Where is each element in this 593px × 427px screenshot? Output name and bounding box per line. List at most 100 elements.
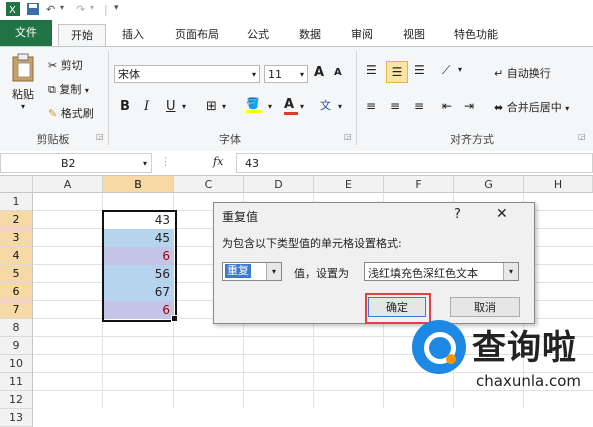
select-all-corner[interactable] [0,176,33,193]
italic-button[interactable]: I [144,99,149,114]
phonetic-icon: 文 [320,99,331,112]
font-color-button[interactable]: A [284,97,298,115]
tab-insert[interactable]: 插入 [115,24,151,46]
tab-special[interactable]: 特色功能 [444,24,508,46]
row-header-10[interactable]: 10 [0,355,33,373]
formula-input[interactable]: 43 [236,153,593,173]
col-header-d[interactable]: D [244,176,314,193]
row-header-11[interactable]: 11 [0,373,33,391]
selection-range [102,210,177,322]
font-group-label: 字体 [219,133,241,146]
borders-icon[interactable]: ⊞ [206,99,217,114]
underline-dropdown-icon[interactable]: ▾ [182,102,186,111]
tab-review[interactable]: 审阅 [344,24,380,46]
tab-data[interactable]: 数据 [292,24,328,46]
font-launcher-icon[interactable]: ◲ [344,132,352,141]
fill-handle[interactable] [171,315,178,322]
font-color-swatch [284,112,298,115]
wrap-text-label: 自动换行 [506,67,551,80]
dialog-prompt: 为包含以下类型值的单元格设置格式: [222,237,402,250]
row-header-13[interactable]: 13 [0,409,33,427]
watermark-url: chaxunla.com [476,372,581,390]
chevron-down-icon: ▾ [251,70,256,79]
clipboard-launcher-icon[interactable]: ◲ [96,132,104,141]
fill-color-button[interactable]: 🪣 [246,97,262,113]
tab-file[interactable]: 文件 [0,20,52,46]
tab-home[interactable]: 开始 [58,24,106,48]
row-header-12[interactable]: 12 [0,391,33,409]
format-painter-button[interactable]: ✎ 格式刷 [48,105,94,121]
cut-button[interactable]: ✂ 剪切 [48,57,83,73]
align-center-icon[interactable]: ≡ [390,99,400,113]
copy-dropdown-icon[interactable]: ▾ [85,86,89,95]
tab-formulas[interactable]: 公式 [240,24,276,46]
undo-dropdown-icon[interactable]: ▾ [60,3,64,12]
align-right-icon[interactable]: ≡ [414,99,424,113]
increase-indent-icon[interactable]: ⇥ [464,99,474,113]
row-header-7[interactable]: 7 [0,301,33,319]
paste-label: 粘贴 [12,88,34,101]
borders-dropdown-icon[interactable]: ▾ [222,102,226,111]
cancel-button[interactable]: 取消 [450,297,520,317]
col-header-e[interactable]: E [314,176,384,193]
chevron-down-icon: ▾ [503,263,518,280]
col-header-a[interactable]: A [33,176,103,193]
col-header-b[interactable]: B [103,176,174,193]
align-bottom-icon[interactable]: ☰ [414,63,425,77]
undo-icon[interactable]: ↶ [46,3,55,16]
fill-dropdown-icon[interactable]: ▾ [268,102,272,111]
row-header-1[interactable]: 1 [0,193,33,211]
alignment-launcher-icon[interactable]: ◲ [578,132,586,141]
row-header-3[interactable]: 3 [0,229,33,247]
merge-dropdown-icon[interactable]: ▾ [565,104,569,113]
row-header-9[interactable]: 9 [0,337,33,355]
row-header-2[interactable]: 2 [0,211,33,229]
row-header-8[interactable]: 8 [0,319,33,337]
bold-button[interactable]: B [120,99,130,114]
copy-button[interactable]: ⧉ 复制 ▾ [48,81,89,97]
shrink-font-button[interactable]: A [334,67,342,78]
formula-bar-resize-icon[interactable]: ⋮ [160,155,171,168]
phonetic-guide-button[interactable]: 文 [320,97,331,113]
format-select[interactable]: 浅红填充色深红色文本 ▾ [364,262,519,281]
group-separator [356,51,357,145]
font-color-dropdown-icon[interactable]: ▾ [300,102,304,111]
orientation-icon[interactable]: ⟋ [442,63,450,78]
align-left-icon[interactable]: ≡ [366,99,376,113]
group-separator [108,51,109,145]
col-header-g[interactable]: G [454,176,524,193]
redo-dropdown-icon[interactable]: ▾ [90,3,94,12]
customize-qat-icon[interactable]: ▾ [114,3,119,13]
help-button[interactable]: ? [454,207,461,222]
save-icon[interactable] [26,2,40,19]
insert-function-button[interactable]: fx [213,155,223,168]
col-header-c[interactable]: C [174,176,244,193]
orientation-dropdown-icon[interactable]: ▾ [458,65,462,74]
phonetic-dropdown-icon[interactable]: ▾ [338,102,342,111]
grow-font-button[interactable]: A [314,65,324,80]
wrap-text-button[interactable]: ↵ 自动换行 [494,65,551,81]
quick-access-toolbar: X ↶ ▾ ↷ ▾ | ▾ [0,0,593,21]
row-header-6[interactable]: 6 [0,283,33,301]
underline-button[interactable]: U [166,99,176,114]
align-top-icon[interactable]: ☰ [366,63,377,77]
merge-center-button[interactable]: ⬌ 合并后居中 ▾ [494,99,569,115]
col-header-h[interactable]: H [524,176,593,193]
col-header-f[interactable]: F [384,176,454,193]
redo-icon[interactable]: ↷ [76,3,85,16]
tab-view[interactable]: 视图 [396,24,432,46]
value-type-select[interactable]: 重复 ▾ [222,262,282,281]
name-box[interactable]: B2 ▾ [0,153,152,173]
close-button[interactable]: ✕ [496,206,508,222]
row-header-4[interactable]: 4 [0,247,33,265]
paste-button[interactable]: 粘贴 ▾ [8,53,38,111]
clipboard-group-label: 剪贴板 [36,133,70,146]
font-size-select[interactable]: 11 ▾ [264,65,308,83]
decrease-indent-icon[interactable]: ⇤ [442,99,452,113]
fill-color-swatch [246,110,262,113]
row-header-5[interactable]: 5 [0,265,33,283]
align-middle-icon[interactable]: ☰ [386,61,408,83]
paste-dropdown-icon[interactable]: ▾ [8,102,38,111]
font-name-select[interactable]: 宋体 ▾ [114,65,260,83]
tab-page-layout[interactable]: 页面布局 [165,24,229,46]
